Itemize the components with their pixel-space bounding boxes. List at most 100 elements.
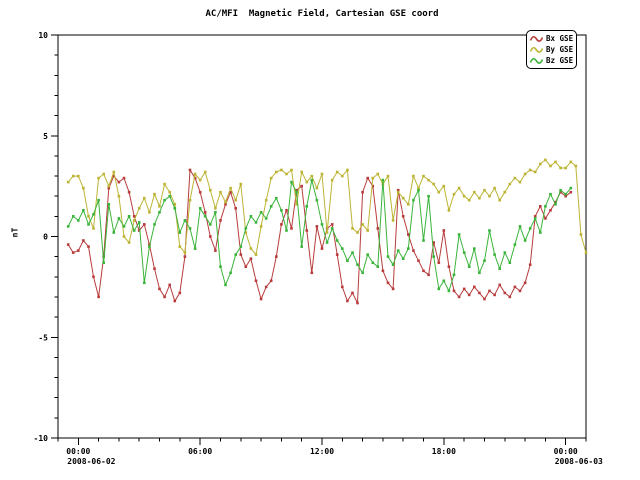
series-bz-gse-marker	[87, 223, 90, 226]
series-by-gse-marker	[539, 163, 542, 166]
series-bx-gse-marker	[514, 286, 517, 289]
series-by-gse-marker	[133, 219, 136, 222]
series-by-gse-marker	[331, 179, 334, 182]
plot-area: -10-5051000:002008-06-0206:0012:0018:000…	[0, 0, 640, 480]
series-bz-gse-marker	[488, 229, 491, 232]
series-bz-gse-marker	[321, 223, 324, 226]
series-bx-gse-marker	[123, 177, 126, 180]
chart-window: AC/MFI Magnetic Field, Cartesian GSE coo…	[0, 0, 640, 480]
series-bz-gse-marker	[224, 284, 227, 287]
series-bx-gse-marker	[417, 259, 420, 262]
series-bz-gse-marker	[148, 245, 151, 248]
series-by-gse-marker	[559, 167, 562, 170]
series-by-gse-marker	[356, 231, 359, 234]
series-by-gse-marker	[351, 227, 354, 230]
series-bx-gse-marker	[87, 245, 90, 248]
series-by-gse-marker	[260, 225, 263, 228]
series-bz-gse-marker	[153, 223, 156, 226]
series-by-gse-marker	[108, 185, 111, 188]
series-bx-gse-marker	[77, 249, 80, 252]
series-bz-gse-marker	[438, 288, 441, 291]
series-bx-gse-marker	[82, 239, 85, 242]
series-bx-gse-marker	[544, 217, 547, 220]
series-bx-gse-marker	[422, 270, 425, 273]
series-by-gse-marker	[290, 169, 293, 172]
series-by-gse-marker	[224, 201, 227, 204]
series-bz-gse-marker	[260, 211, 263, 214]
series-bz-gse-marker	[377, 265, 380, 268]
series-bz-gse-marker	[316, 199, 319, 202]
series-by-gse-marker	[427, 179, 430, 182]
series-bz-gse-marker	[143, 282, 146, 285]
series-bz-gse-marker	[331, 227, 334, 230]
series-bx-gse-marker	[189, 169, 192, 172]
series-bz-gse-marker	[163, 199, 166, 202]
series-bz-gse-marker	[250, 215, 253, 218]
series-by-gse-marker	[97, 177, 100, 180]
x-tick-label: 18:00	[432, 447, 456, 456]
series-bx-gse-marker	[483, 298, 486, 301]
series-by-gse-marker	[529, 169, 532, 172]
series-bx-gse-marker	[275, 255, 278, 258]
series-bz-gse-marker	[336, 239, 339, 242]
series-bx-gse-marker	[92, 276, 95, 279]
series-bx-gse-marker	[377, 227, 380, 230]
series-bz-gse-marker	[158, 211, 161, 214]
series-by-gse-marker	[128, 241, 131, 244]
series-bz-gse-marker	[478, 272, 481, 275]
series-bx-gse-marker	[498, 284, 501, 287]
series-bx-gse-marker	[412, 249, 415, 252]
series-by-gse-marker	[453, 193, 456, 196]
series-bx-gse-marker	[570, 191, 573, 194]
series-bz-gse-marker	[443, 280, 446, 283]
series-bz-gse-marker	[179, 231, 182, 234]
series-by-gse-marker	[554, 161, 557, 164]
series-bz-gse-marker	[463, 251, 466, 254]
series-bx-gse-marker	[184, 255, 187, 258]
series-bx-gse-marker	[509, 296, 512, 299]
legend-label: Bz GSE	[546, 55, 573, 66]
series-by-gse-marker	[163, 183, 166, 186]
series-bz-gse-marker	[519, 225, 522, 228]
by-gse-line-sample-icon	[530, 46, 543, 54]
series-bx-gse-marker	[250, 257, 253, 260]
series-by-gse-marker	[336, 171, 339, 174]
series-bz-gse-marker	[209, 223, 212, 226]
series-by-gse-marker	[275, 171, 278, 174]
series-bz-gse-marker	[422, 239, 425, 242]
series-bz-gse-marker	[326, 241, 329, 244]
series-bz-gse-marker	[245, 227, 248, 230]
series-by-gse-marker	[158, 205, 161, 208]
series-bx-gse-marker	[346, 300, 349, 303]
series-bz-gse-marker	[204, 215, 207, 218]
series-bz-gse-marker	[534, 217, 537, 220]
series-bz-gse-marker	[306, 205, 309, 208]
y-tick-label: 0	[43, 233, 48, 242]
series-bx-gse-marker	[427, 274, 430, 277]
series-bx-gse-marker	[245, 265, 248, 268]
series-bx-gse-marker	[179, 292, 182, 295]
series-by-gse-marker	[179, 245, 182, 248]
legend-item-bx-gse: Bx GSE	[530, 33, 573, 44]
series-by-gse-marker	[504, 191, 507, 194]
series-by-gse-marker	[473, 191, 476, 194]
series-by-gse-marker	[204, 171, 207, 174]
series-bx-gse-marker	[316, 225, 319, 228]
series-bz-gse-marker	[473, 247, 476, 250]
series-by-gse-marker	[102, 173, 105, 176]
series-by-gse-marker	[87, 215, 90, 218]
series-bz-gse-marker	[514, 243, 517, 246]
series-bz-gse-marker	[341, 247, 344, 250]
series-by-gse-marker	[397, 191, 400, 194]
series-by-gse-marker	[438, 191, 441, 194]
series-by-gse-marker	[534, 171, 537, 174]
series-bx-gse-marker	[234, 207, 237, 210]
series-by-gse-marker	[311, 175, 314, 178]
series-bz-gse-marker	[97, 199, 100, 202]
series-by-gse-marker	[443, 185, 446, 188]
series-bz-gse-marker	[138, 221, 141, 224]
series-bz-gse-marker	[311, 179, 314, 182]
series-bx-gse-marker	[285, 209, 288, 212]
series-bz-gse-marker	[92, 213, 95, 216]
series-bx-gse-marker	[306, 229, 309, 232]
